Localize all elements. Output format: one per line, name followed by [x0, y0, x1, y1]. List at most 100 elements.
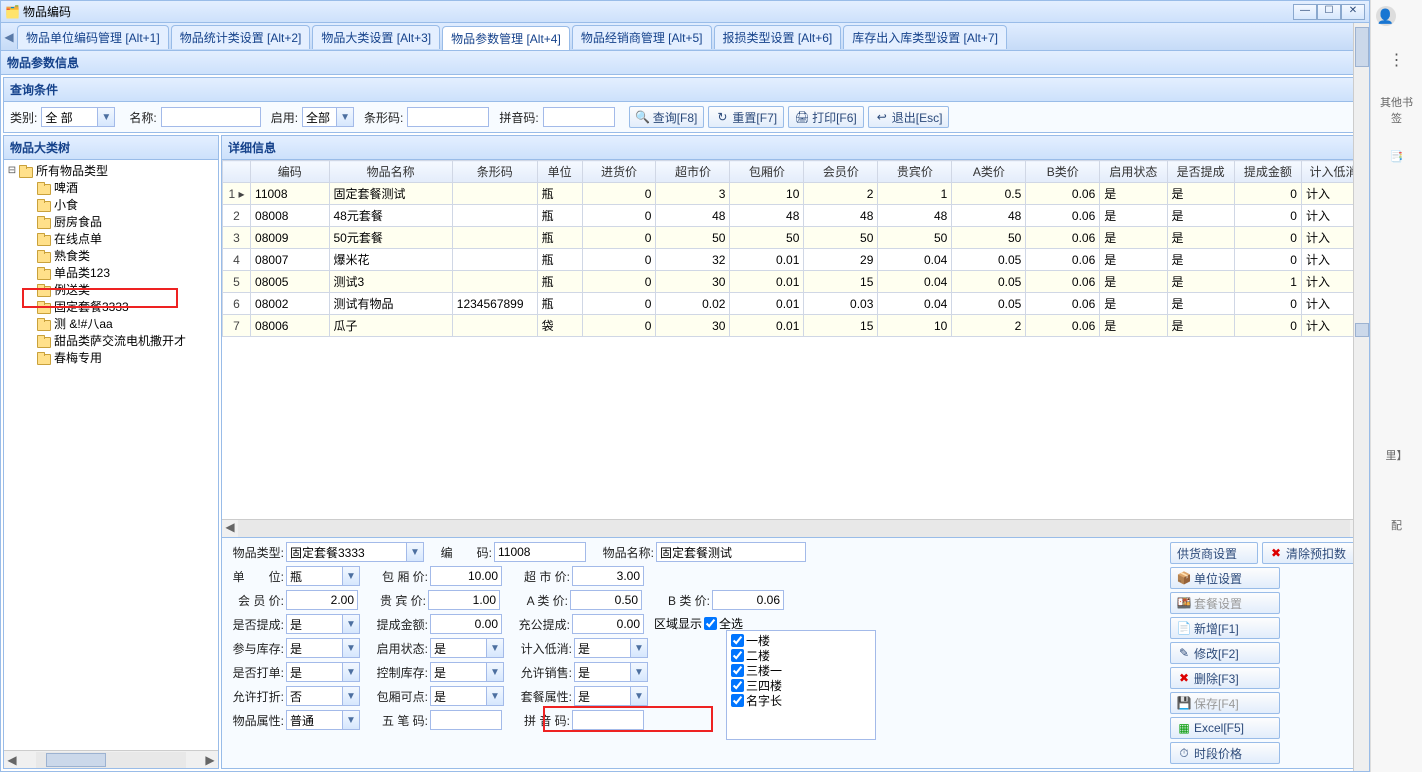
excel-button[interactable]: ▦Excel[F5]	[1170, 717, 1280, 739]
clear-pre-button[interactable]: ✖清除预扣数	[1262, 542, 1362, 564]
name-input-form[interactable]	[656, 542, 806, 562]
tree-item-1[interactable]: 小食	[36, 196, 216, 213]
exit-button[interactable]: ↩退出[Esc]	[868, 106, 950, 128]
region-all-checkbox[interactable]	[704, 617, 717, 630]
table-row[interactable]: 708006瓜子袋0300.01151020.06是是0计入	[223, 315, 1366, 337]
print-button[interactable]: 🖨打印[F6]	[788, 106, 864, 128]
grid-hscroll[interactable]: ◀▶	[222, 519, 1366, 537]
en-combo[interactable]: ▼	[430, 638, 504, 658]
tab-6[interactable]: 库存出入库类型设置 [Alt+7]	[843, 25, 1007, 49]
tcj-input[interactable]	[430, 614, 502, 634]
tree-item-9[interactable]: 甜品类萨交流电机撒开才	[36, 332, 216, 349]
category-value[interactable]	[41, 107, 97, 127]
collapse-icon[interactable]: ⊟	[6, 165, 18, 176]
enabled-combo[interactable]: ▼	[302, 107, 354, 127]
tab-4[interactable]: 物品经销商管理 [Alt+5]	[572, 25, 712, 49]
grid-col-2[interactable]: 物品名称	[329, 161, 452, 183]
other-bookmarks[interactable]: 其他书签	[1376, 94, 1418, 126]
tree-item-3[interactable]: 在线点单	[36, 230, 216, 247]
avatar[interactable]: 👤	[1376, 6, 1418, 26]
tree-item-5[interactable]: 单品类123	[36, 264, 216, 281]
category-combo[interactable]: ▼	[41, 107, 115, 127]
chevron-down-icon[interactable]: ▼	[97, 107, 115, 127]
edit-button[interactable]: ✎修改[F2]	[1170, 642, 1280, 664]
cyk-combo[interactable]: ▼	[286, 638, 360, 658]
grid-col-13[interactable]: 是否提成	[1167, 161, 1234, 183]
table-row[interactable]: 408007爆米花瓶0320.01290.040.050.06是是0计入	[223, 249, 1366, 271]
period-button[interactable]: ⏱时段价格	[1170, 742, 1280, 764]
supplier-button[interactable]: 供货商设置	[1170, 542, 1258, 564]
table-row[interactable]: 30800950元套餐瓶050505050500.06是是0计入	[223, 227, 1366, 249]
kzk-combo[interactable]: ▼	[430, 662, 504, 682]
tree-item-6[interactable]: 例送类	[36, 281, 216, 298]
b-price-input[interactable]	[712, 590, 784, 610]
region-check-4[interactable]	[731, 694, 744, 707]
tree-hscroll[interactable]: ◀▶	[4, 750, 218, 768]
table-row[interactable]: 508005测试3瓶0300.01150.040.050.06是是1计入	[223, 271, 1366, 293]
tree-item-7[interactable]: 固定套餐3333	[36, 298, 216, 315]
name-input[interactable]	[161, 107, 261, 127]
bookmark-bar-icon[interactable]: 📑	[1376, 150, 1418, 163]
tree-root[interactable]: ⊟ 所有物品类型	[6, 162, 216, 179]
grid-col-0[interactable]	[223, 161, 251, 183]
search-button[interactable]: 🔍查询[F8]	[629, 106, 705, 128]
enabled-value[interactable]	[302, 107, 336, 127]
tree-item-10[interactable]: 春梅专用	[36, 349, 216, 366]
tab-5[interactable]: 报损类型设置 [Alt+6]	[714, 25, 842, 49]
tree-item-4[interactable]: 熟食类	[36, 247, 216, 264]
close-button[interactable]: ✕	[1341, 4, 1365, 20]
kebab-icon[interactable]: ⋮	[1376, 50, 1418, 70]
region-check-1[interactable]	[731, 649, 744, 662]
grid-col-7[interactable]: 包厢价	[730, 161, 804, 183]
region-list[interactable]: 一楼 二楼 三楼一 三四楼 名字长	[726, 630, 876, 740]
tree-item-0[interactable]: 啤酒	[36, 179, 216, 196]
grid-col-10[interactable]: A类价	[952, 161, 1026, 183]
vip-price-input[interactable]	[428, 590, 500, 610]
sup-price-input[interactable]	[572, 566, 644, 586]
grid-col-4[interactable]: 单位	[537, 161, 582, 183]
grid-col-12[interactable]: 启用状态	[1100, 161, 1167, 183]
type-combo[interactable]: ▼	[286, 542, 424, 562]
barcode-input[interactable]	[407, 107, 489, 127]
cg-input[interactable]	[572, 614, 644, 634]
setmeal-button[interactable]: 🍱套餐设置	[1170, 592, 1280, 614]
grid-col-14[interactable]: 提成金额	[1234, 161, 1301, 183]
tcsx-combo[interactable]: ▼	[574, 686, 648, 706]
maximize-button[interactable]: ☐	[1317, 4, 1341, 20]
minimize-button[interactable]: —	[1293, 4, 1317, 20]
tab-0[interactable]: 物品单位编码管理 [Alt+1]	[17, 25, 169, 49]
grid-col-6[interactable]: 超市价	[656, 161, 730, 183]
vscroll[interactable]	[1353, 23, 1369, 771]
grid-col-5[interactable]: 进货价	[582, 161, 656, 183]
save-button[interactable]: 💾保存[F4]	[1170, 692, 1280, 714]
grid-col-9[interactable]: 贵宾价	[878, 161, 952, 183]
tab-3[interactable]: 物品参数管理 [Alt+4]	[442, 26, 570, 50]
grid-col-11[interactable]: B类价	[1026, 161, 1100, 183]
chevron-down-icon[interactable]: ▼	[336, 107, 354, 127]
a-price-input[interactable]	[570, 590, 642, 610]
pinyin-input[interactable]	[543, 107, 615, 127]
unit-button[interactable]: 📦单位设置	[1170, 567, 1280, 589]
pym-input[interactable]	[572, 710, 644, 730]
wpsx-combo[interactable]: ▼	[286, 710, 360, 730]
tree-item-2[interactable]: 厨房食品	[36, 213, 216, 230]
tab-1[interactable]: 物品统计类设置 [Alt+2]	[171, 25, 311, 49]
table-row[interactable]: 20800848元套餐瓶048484848480.06是是0计入	[223, 205, 1366, 227]
tab-scroll-left[interactable]: ◀	[1, 23, 17, 51]
reset-button[interactable]: ↻重置[F7]	[708, 106, 784, 128]
tree-item-8[interactable]: 测 &!#八aa	[36, 315, 216, 332]
table-row[interactable]: 1 ▸11008固定套餐测试瓶0310210.50.06是是0计入	[223, 183, 1366, 205]
grid-col-3[interactable]: 条形码	[452, 161, 537, 183]
region-check-2[interactable]	[731, 664, 744, 677]
box-price-input[interactable]	[430, 566, 502, 586]
yxx-combo[interactable]: ▼	[574, 662, 648, 682]
table-row[interactable]: 608002测试有物品1234567899瓶00.020.010.030.040…	[223, 293, 1366, 315]
region-check-3[interactable]	[731, 679, 744, 692]
bxk-combo[interactable]: ▼	[430, 686, 504, 706]
grid-col-8[interactable]: 会员价	[804, 161, 878, 183]
unit-combo[interactable]: ▼	[286, 566, 360, 586]
yxz-combo[interactable]: ▼	[286, 686, 360, 706]
new-button[interactable]: 📄新增[F1]	[1170, 617, 1280, 639]
code-input[interactable]	[494, 542, 586, 562]
sfd-combo[interactable]: ▼	[286, 662, 360, 682]
